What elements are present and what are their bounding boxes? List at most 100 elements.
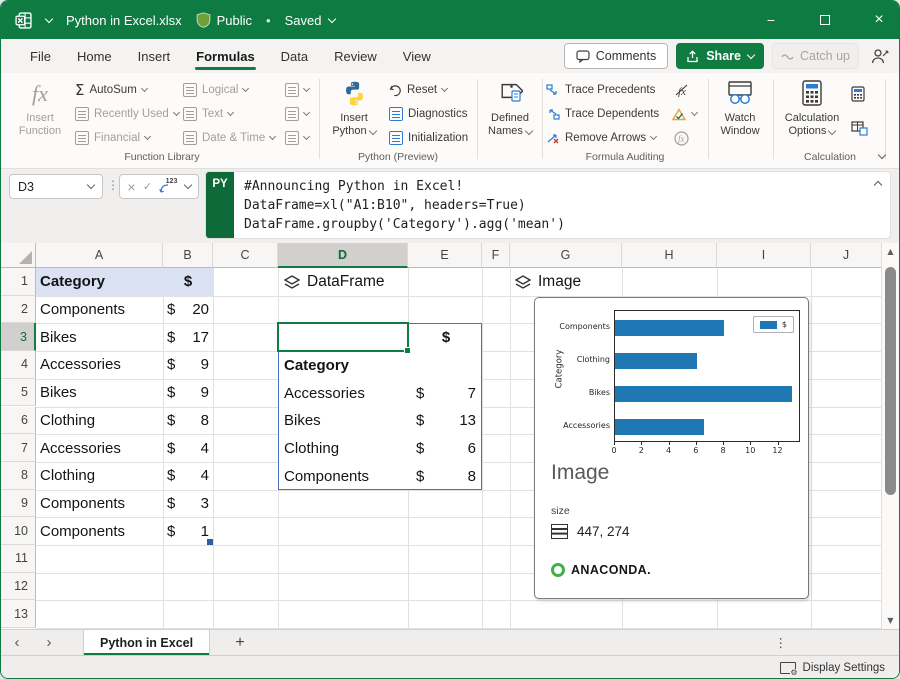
evaluate-formula-button[interactable]: fx: [674, 127, 689, 149]
minimize-button[interactable]: −: [751, 1, 791, 39]
column-header-I[interactable]: I: [717, 243, 811, 268]
close-button[interactable]: ×: [859, 1, 899, 39]
maximize-button[interactable]: [805, 1, 845, 39]
sheet-tab-options-icon[interactable]: ⋮: [775, 630, 788, 655]
cell-A9[interactable]: Components: [36, 490, 163, 518]
remove-arrows-button[interactable]: Remove Arrows: [546, 127, 656, 149]
cell-A10[interactable]: Components: [36, 517, 163, 545]
cell-B4[interactable]: $9: [163, 351, 213, 379]
row-header-12[interactable]: 12: [1, 573, 36, 601]
tab-view[interactable]: View: [390, 39, 444, 73]
sensitivity-label[interactable]: Public: [196, 12, 252, 28]
people-icon[interactable]: [871, 48, 889, 64]
cell-A3[interactable]: Bikes: [36, 323, 163, 351]
column-header-H[interactable]: H: [622, 243, 717, 268]
row-header-3[interactable]: 3: [1, 323, 36, 351]
saved-status[interactable]: Saved: [285, 13, 336, 28]
spreadsheet-grid[interactable]: ABCDEFGHIJ 12345678910111213 Category$Co…: [1, 243, 882, 629]
trace-dependents-button[interactable]: Trace Dependents: [546, 103, 659, 125]
cell-A5[interactable]: Bikes: [36, 379, 163, 407]
enter-icon[interactable]: ✓: [143, 180, 152, 193]
financial-button[interactable]: Financial: [75, 127, 150, 149]
display-settings-label[interactable]: Display Settings: [803, 662, 885, 674]
row-header-11[interactable]: 11: [1, 545, 36, 573]
column-header-D[interactable]: D: [278, 243, 408, 268]
next-sheet-icon[interactable]: ›: [33, 630, 65, 655]
cell-B7[interactable]: $4: [163, 434, 213, 462]
quick-access-chevron-icon[interactable]: [45, 14, 53, 22]
column-header-G[interactable]: G: [510, 243, 622, 268]
insert-python-button[interactable]: Insert Python: [323, 77, 385, 138]
text-button[interactable]: Text: [183, 103, 233, 125]
cell-B3[interactable]: $17: [163, 323, 213, 351]
insert-function-button[interactable]: fx Insert Function: [9, 77, 71, 138]
cancel-icon[interactable]: ×: [127, 179, 135, 195]
autosum-button[interactable]: Σ AutoSum: [75, 79, 147, 101]
more-functions-button[interactable]: [285, 127, 309, 149]
calculate-now-button[interactable]: [851, 83, 866, 105]
date-time-button[interactable]: Date & Time: [183, 127, 275, 149]
column-header-B[interactable]: B: [163, 243, 213, 268]
recently-used-button[interactable]: Recently Used: [75, 103, 179, 125]
column-header-C[interactable]: C: [213, 243, 278, 268]
row-header-9[interactable]: 9: [1, 490, 36, 518]
cell-A6[interactable]: Clothing: [36, 407, 163, 435]
image-data-card[interactable]: Category $ ComponentsClothingBikesAccess…: [534, 297, 809, 599]
cell-A2[interactable]: Components: [36, 296, 163, 324]
excel-app-icon[interactable]: [15, 12, 32, 29]
catch-up-button[interactable]: Catch up: [772, 43, 859, 69]
watch-window-button[interactable]: Watch Window: [709, 77, 771, 138]
column-header-J[interactable]: J: [811, 243, 882, 268]
cell-B10[interactable]: $1: [163, 517, 213, 545]
row-header-10[interactable]: 10: [1, 517, 36, 545]
row-header-2[interactable]: 2: [1, 296, 36, 324]
tab-formulas[interactable]: Formulas: [183, 39, 268, 73]
show-formulas-button[interactable]: fx: [674, 79, 690, 101]
active-cell-D3[interactable]: [277, 322, 409, 352]
tab-review[interactable]: Review: [321, 39, 390, 73]
cell-B2[interactable]: $20: [163, 296, 213, 324]
initialization-button[interactable]: Initialization: [389, 127, 468, 149]
tab-home[interactable]: Home: [64, 39, 125, 73]
logical-button[interactable]: Logical: [183, 79, 248, 101]
tab-data[interactable]: Data: [268, 39, 321, 73]
vertical-scrollbar[interactable]: ▲ ▼: [881, 243, 899, 629]
row-header-6[interactable]: 6: [1, 407, 36, 435]
row-header-8[interactable]: 8: [1, 462, 36, 490]
row-header-5[interactable]: 5: [1, 379, 36, 407]
document-title[interactable]: Python in Excel.xlsx: [66, 13, 182, 28]
reset-button[interactable]: Reset: [389, 79, 447, 101]
comments-button[interactable]: Comments: [564, 43, 668, 69]
defined-names-button[interactable]: Defined Names: [479, 77, 541, 138]
cell-B8[interactable]: $4: [163, 462, 213, 490]
name-box[interactable]: D3: [9, 174, 103, 199]
share-button[interactable]: Share: [676, 43, 764, 69]
formula-code[interactable]: #Announcing Python in Excel! DataFrame=x…: [234, 172, 575, 238]
lookup-reference-button[interactable]: [285, 79, 309, 101]
calculate-sheet-button[interactable]: [851, 117, 868, 139]
trace-precedents-button[interactable]: Trace Precedents: [546, 79, 655, 101]
row-header-4[interactable]: 4: [1, 351, 36, 379]
new-sheet-button[interactable]: +: [210, 630, 270, 655]
row-header-7[interactable]: 7: [1, 434, 36, 462]
scroll-down-icon[interactable]: ▼: [882, 616, 899, 625]
formula-input[interactable]: PY #Announcing Python in Excel! DataFram…: [205, 171, 891, 239]
column-header-F[interactable]: F: [482, 243, 510, 268]
formula-bar-drag-handle[interactable]: ⋮: [107, 178, 119, 192]
fill-handle[interactable]: [404, 347, 411, 354]
cell-B9[interactable]: $3: [163, 490, 213, 518]
prev-sheet-icon[interactable]: ‹: [1, 630, 33, 655]
math-trig-button[interactable]: [285, 103, 309, 125]
cell-A4[interactable]: Accessories: [36, 351, 163, 379]
image-cell-label[interactable]: Image: [515, 268, 581, 296]
sheet-tab-python-in-excel[interactable]: Python in Excel: [83, 630, 210, 655]
select-all-corner[interactable]: [1, 243, 36, 268]
cell-A1[interactable]: Category: [36, 268, 163, 296]
diagnostics-button[interactable]: Diagnostics: [389, 103, 467, 125]
scroll-up-icon[interactable]: ▲: [882, 247, 899, 256]
column-header-A[interactable]: A: [36, 243, 163, 268]
tab-insert[interactable]: Insert: [125, 39, 184, 73]
error-checking-button[interactable]: [672, 103, 697, 125]
range-reference-handle[interactable]: [207, 539, 213, 545]
calculation-options-button[interactable]: Calculation Options: [779, 77, 845, 138]
